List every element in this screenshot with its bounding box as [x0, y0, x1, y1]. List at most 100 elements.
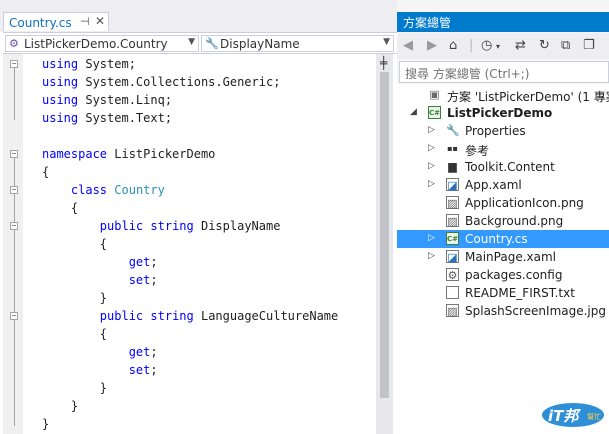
- tree-item[interactable]: ▷ ◪ MainPage.xaml: [397, 248, 609, 266]
- code-line[interactable]: {: [42, 325, 107, 343]
- split-handle-icon[interactable]: ╪: [380, 56, 387, 70]
- code-text: ;: [150, 273, 158, 287]
- refresh-icon[interactable]: ↻: [539, 38, 550, 53]
- code-text: }: [99, 291, 108, 305]
- tree-item[interactable]: ▷ ▆ Toolkit.Content: [397, 158, 609, 176]
- code-line[interactable]: }: [42, 415, 49, 433]
- back-icon[interactable]: ◀: [403, 38, 413, 53]
- expand-arrow-icon[interactable]: ▷: [428, 143, 435, 153]
- history-icon[interactable]: ◷: [481, 38, 492, 53]
- tree-item[interactable]: ▣ 方案 'ListPickerDemo' (1 專案): [397, 86, 609, 104]
- solution-tree: ▣ 方案 'ListPickerDemo' (1 專案) ◢ C# ListPicker…: [397, 84, 609, 434]
- code-area[interactable]: using System; using System.Collections.Ge…: [23, 54, 376, 434]
- tree-item-label: Properties: [465, 124, 526, 138]
- code-keyword: get: [128, 345, 151, 359]
- close-icon[interactable]: ✕: [95, 14, 105, 28]
- image-file-icon: ▨: [446, 304, 459, 318]
- copy-icon[interactable]: ❐: [583, 38, 595, 53]
- code-keyword: get: [128, 255, 151, 269]
- text-file-icon: [446, 286, 459, 299]
- code-keyword: using: [42, 111, 79, 125]
- code-line[interactable]: using System.Text;: [42, 109, 172, 127]
- tree-item-label: 方案 'ListPickerDemo' (1 專案): [447, 90, 609, 104]
- tree-item[interactable]: ▷ 🔧 Properties: [397, 122, 609, 140]
- tree-item[interactable]: ▷ C# Country.cs: [397, 230, 609, 248]
- config-file-icon: ⚙: [446, 268, 459, 282]
- code-line[interactable]: public string DisplayName: [42, 217, 281, 235]
- tab-country-cs[interactable]: Country.cs ⊣ ✕: [3, 12, 109, 31]
- tree-item[interactable]: README_FIRST.txt: [397, 284, 609, 302]
- member-dropdown[interactable]: 🔧 DisplayName ▼: [201, 35, 394, 52]
- expand-arrow-icon[interactable]: ▷: [428, 161, 435, 171]
- code-text: {: [42, 165, 50, 179]
- chevron-down-icon[interactable]: ▾: [496, 42, 500, 51]
- expand-arrow-icon[interactable]: ▷: [428, 125, 435, 135]
- image-file-icon: ▨: [446, 214, 459, 228]
- code-line[interactable]: set;: [42, 271, 158, 289]
- wrench-icon: 🔧: [446, 124, 460, 137]
- code-text: {: [99, 327, 108, 341]
- code-line[interactable]: }: [42, 379, 107, 397]
- tree-item[interactable]: ◢ C# ListPickerDemo: [397, 104, 609, 122]
- chevron-down-icon: ▼: [383, 37, 390, 47]
- fold-toggle-icon[interactable]: −: [10, 186, 18, 194]
- search-placeholder: 搜尋 方案總管 (Ctrl+;): [405, 67, 530, 81]
- code-line[interactable]: {: [42, 235, 107, 253]
- code-text: System.Linq;: [78, 93, 173, 107]
- tree-item[interactable]: ⚙ packages.config: [397, 266, 609, 284]
- forward-icon[interactable]: ▶: [427, 38, 437, 53]
- solution-search-input[interactable]: 搜尋 方案總管 (Ctrl+;): [399, 61, 609, 83]
- image-file-icon: ▨: [446, 196, 459, 210]
- expand-arrow-icon[interactable]: ▷: [428, 179, 435, 189]
- fold-toggle-icon[interactable]: −: [10, 312, 18, 320]
- tree-item-label: Background.png: [465, 214, 564, 228]
- code-text: ;: [150, 345, 158, 359]
- code-line[interactable]: class Country: [42, 181, 165, 199]
- code-text: LanguageCultureName: [193, 309, 339, 323]
- code-text: System;: [78, 57, 136, 71]
- expanded-arrow-icon[interactable]: ◢: [410, 107, 417, 117]
- code-line[interactable]: {: [42, 163, 49, 181]
- expand-arrow-icon[interactable]: ▷: [428, 233, 435, 243]
- code-line[interactable]: get;: [42, 253, 158, 271]
- code-line[interactable]: public string LanguageCultureName: [42, 307, 338, 325]
- tree-item[interactable]: ▨ ApplicationIcon.png: [397, 194, 609, 212]
- code-line[interactable]: using System.Linq;: [42, 91, 172, 109]
- fold-toggle-icon[interactable]: −: [10, 222, 18, 230]
- tree-item[interactable]: ▨ SplashScreenImage.jpg: [397, 302, 609, 320]
- class-dropdown[interactable]: ⚙ ListPickerDemo.Country ▼: [5, 35, 199, 52]
- tree-item[interactable]: ▨ Background.png: [397, 212, 609, 230]
- home-icon[interactable]: ⌂: [449, 38, 457, 53]
- code-text: DisplayName: [193, 219, 281, 233]
- fold-toggle-icon[interactable]: −: [10, 60, 18, 68]
- code-text: System.Text;: [78, 111, 173, 125]
- scrollbar-thumb[interactable]: [380, 72, 389, 398]
- solution-icon: ▣: [429, 88, 440, 101]
- tree-item-label: App.xaml: [465, 178, 522, 192]
- code-line[interactable]: namespace ListPickerDemo: [42, 145, 215, 163]
- pin-icon[interactable]: ⊣: [80, 15, 90, 28]
- code-line[interactable]: using System.Collections.Generic;: [42, 73, 280, 91]
- code-line[interactable]: }: [42, 397, 78, 415]
- code-line[interactable]: {: [42, 199, 78, 217]
- tree-item-label: packages.config: [465, 268, 563, 282]
- tree-item-label: MainPage.xaml: [465, 250, 556, 264]
- folder-icon: ▆: [448, 160, 457, 173]
- code-line[interactable]: get;: [42, 343, 158, 361]
- sync-icon[interactable]: ⇄: [515, 38, 526, 53]
- solution-explorer-toolbar: ◀ ▶ ⌂ | ◷ ▾ ⇄ ↻ ⧉ ❐: [397, 33, 609, 59]
- code-line[interactable]: set;: [42, 361, 158, 379]
- fold-toggle-icon[interactable]: −: [10, 150, 18, 158]
- code-line[interactable]: using System;: [42, 55, 136, 73]
- tree-item[interactable]: ▷ ▪▪ 參考: [397, 140, 609, 158]
- xaml-file-icon: ◪: [446, 178, 459, 192]
- expand-arrow-icon[interactable]: ▷: [428, 251, 435, 261]
- tree-item[interactable]: ▷ ◪ App.xaml: [397, 176, 609, 194]
- collapse-all-icon[interactable]: ⧉: [561, 38, 570, 53]
- editor-gutter: − − − − −: [3, 54, 23, 434]
- code-text: {: [70, 201, 79, 215]
- code-line[interactable]: }: [42, 289, 107, 307]
